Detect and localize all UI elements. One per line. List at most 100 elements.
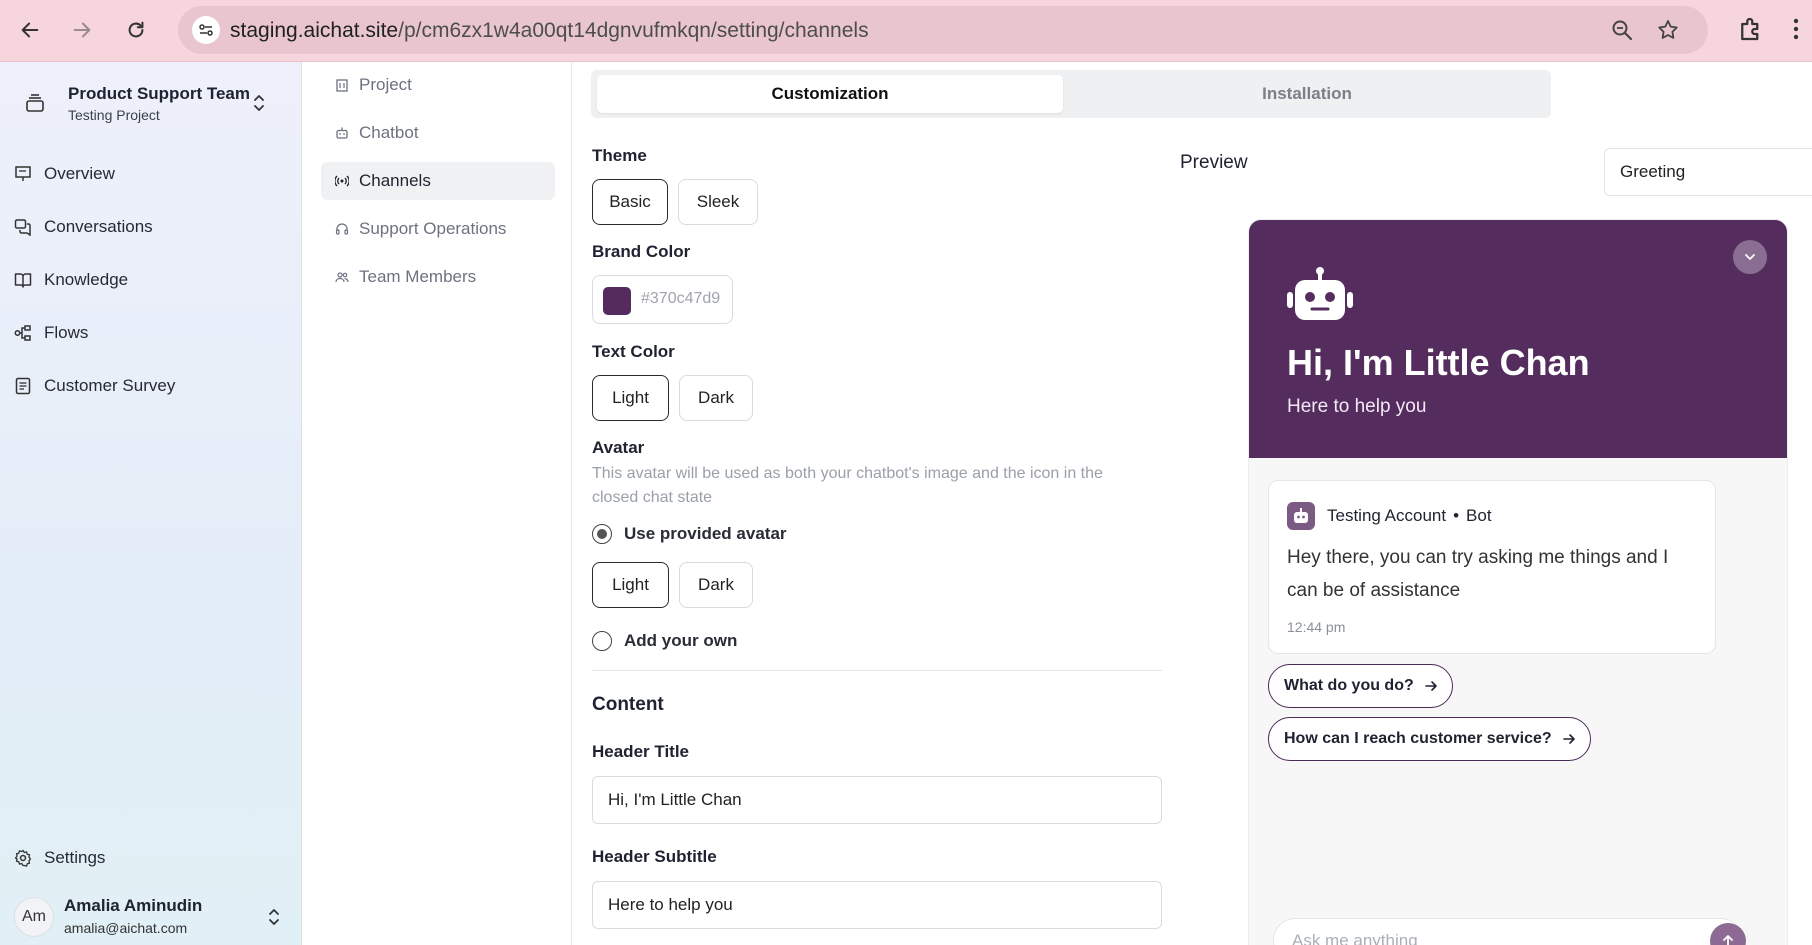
back-icon[interactable]	[12, 12, 48, 48]
avatar-label: Avatar	[592, 438, 645, 457]
collapse-widget-button[interactable]	[1733, 240, 1767, 274]
subnav-item-label: Channels	[359, 171, 431, 190]
arrow-up-icon	[1723, 935, 1733, 945]
theme-basic-button[interactable]: Basic	[592, 179, 668, 225]
user-email: amalia@aichat.com	[64, 920, 188, 936]
widget-subtitle: Here to help you	[1287, 396, 1427, 417]
text-color-light-button[interactable]: Light	[592, 375, 669, 421]
sidebar-item-knowledge[interactable]: Knowledge	[14, 263, 284, 297]
brand-color-label: Brand Color	[592, 242, 691, 261]
theme-label: Theme	[592, 146, 647, 165]
header-subtitle-input[interactable]: Here to help you	[592, 881, 1162, 929]
content-section-title: Content	[592, 694, 664, 715]
message-timestamp: 12:44 pm	[1287, 619, 1346, 635]
survey-icon	[15, 377, 31, 395]
flow-icon	[14, 325, 31, 341]
zoom-icon[interactable]	[1610, 18, 1634, 42]
sidebar-item-settings[interactable]: Settings	[14, 841, 284, 875]
browser-menu-icon[interactable]	[1786, 14, 1806, 44]
site-settings-icon[interactable]	[192, 16, 220, 44]
extensions-icon[interactable]	[1736, 14, 1766, 44]
sidebar-item-label: Flows	[44, 323, 89, 342]
subnav-item-project[interactable]: Project	[321, 66, 555, 104]
avatar-provided-label: Use provided avatar	[624, 524, 787, 543]
avatar-own-label: Add your own	[624, 631, 738, 650]
browser-toolbar: staging.aichat.site/p/cm6zx1w4a00qt14dgn…	[0, 0, 1812, 62]
preview-state-select[interactable]: Greeting	[1604, 148, 1812, 196]
message-sender: Testing Account • Bot	[1327, 506, 1492, 525]
suggestion-chip[interactable]: What do you do?	[1268, 664, 1453, 708]
sidebar-item-label: Conversations	[44, 217, 153, 236]
avatar-own-radio[interactable]: Add your own	[592, 629, 737, 653]
team-switcher[interactable]: Product Support Team Testing Project	[24, 82, 274, 126]
sidebar-item-label: Knowledge	[44, 270, 129, 289]
chevron-down-icon	[1745, 254, 1755, 260]
header-subtitle-label: Header Subtitle	[592, 847, 717, 866]
header-title-input[interactable]: Hi, I'm Little Chan	[592, 776, 1162, 824]
avatar: Am	[14, 897, 54, 937]
sidebar-item-customer-survey[interactable]: Customer Survey	[14, 369, 284, 403]
preview-label: Preview	[1180, 152, 1248, 173]
chat-input-placeholder: Ask me anything	[1292, 931, 1418, 945]
message-text: Hey there, you can try asking me things …	[1287, 547, 1669, 601]
avatar-light-button[interactable]: Light	[592, 562, 669, 608]
book-icon	[14, 273, 32, 288]
arrow-right-icon	[1562, 734, 1575, 744]
text-color-dark-button[interactable]: Dark	[679, 375, 753, 421]
gear-icon	[14, 849, 32, 867]
chat-input[interactable]: Ask me anything	[1273, 918, 1746, 945]
broadcast-icon	[335, 175, 349, 187]
forward-icon[interactable]	[64, 12, 100, 48]
subnav-item-label: Chatbot	[359, 123, 419, 142]
tab-installation[interactable]: Installation	[1069, 75, 1545, 113]
radio-unchecked[interactable]	[592, 631, 612, 651]
app-sidebar: Product Support Team Testing Project Ove…	[0, 62, 302, 945]
brand-color-value: #370c47d9	[641, 290, 721, 307]
chat-icon	[14, 219, 31, 236]
subnav-item-team-members[interactable]: Team Members	[321, 258, 555, 296]
brand-color-swatch[interactable]	[603, 287, 631, 315]
bot-message-card: Testing Account • Bot Hey there, you can t…	[1268, 480, 1716, 654]
arrow-right-icon	[1424, 681, 1437, 691]
chevron-up-down-icon	[254, 95, 264, 111]
widget-title: Hi, I'm Little Chan	[1287, 342, 1590, 383]
robot-avatar-icon	[1287, 267, 1353, 320]
url-text: staging.aichat.site/p/cm6zx1w4a00qt14dgn…	[230, 19, 869, 42]
widget-header: Hi, I'm Little Chan Here to help you	[1249, 220, 1787, 458]
reload-icon[interactable]	[118, 12, 154, 48]
channel-tabs: Customization Installation	[591, 70, 1551, 118]
subnav-item-label: Support Operations	[359, 219, 507, 238]
building-icon	[336, 79, 348, 92]
users-icon	[335, 272, 349, 283]
sidebar-item-flows[interactable]: Flows	[14, 316, 284, 350]
address-bar[interactable]: staging.aichat.site/p/cm6zx1w4a00qt14dgn…	[178, 6, 1708, 54]
user-menu[interactable]: Am Amalia Aminudin amalia@aichat.com	[14, 892, 284, 942]
avatar-help-text: This avatar will be used as both your ch…	[592, 465, 1103, 506]
avatar-provided-radio[interactable]: Use provided avatar	[592, 522, 787, 546]
project-name: Testing Project	[68, 107, 160, 123]
sidebar-item-conversations[interactable]: Conversations	[14, 210, 284, 244]
bot-icon	[336, 127, 348, 139]
sidebar-item-label: Overview	[44, 164, 115, 183]
brand-color-picker[interactable]: #370c47d9	[592, 275, 733, 324]
suggestion-chip[interactable]: How can I reach customer service?	[1268, 717, 1591, 761]
bookmark-star-icon[interactable]	[1656, 18, 1680, 42]
avatar-dark-button[interactable]: Dark	[679, 562, 753, 608]
theme-sleek-button[interactable]: Sleek	[678, 179, 758, 225]
send-button[interactable]	[1710, 923, 1746, 945]
radio-checked[interactable]	[592, 524, 612, 544]
user-name: Amalia Aminudin	[64, 896, 203, 915]
settings-subnav: Project Chatbot Channels Support Operati…	[303, 62, 572, 945]
tab-customization[interactable]: Customization	[597, 75, 1063, 113]
subnav-item-label: Team Members	[359, 267, 477, 286]
subnav-item-chatbot[interactable]: Chatbot	[321, 114, 555, 152]
sidebar-item-overview[interactable]: Overview	[14, 157, 284, 191]
bot-icon	[1287, 502, 1315, 530]
subnav-item-channels[interactable]: Channels	[321, 162, 555, 200]
stack-icon	[26, 94, 44, 112]
subnav-item-support-operations[interactable]: Support Operations	[321, 210, 555, 248]
text-color-label: Text Color	[592, 342, 675, 361]
chat-widget-preview: Hi, I'm Little Chan Here to help you Tes…	[1249, 220, 1787, 945]
subnav-item-label: Project	[359, 75, 412, 94]
header-title-label: Header Title	[592, 742, 690, 761]
